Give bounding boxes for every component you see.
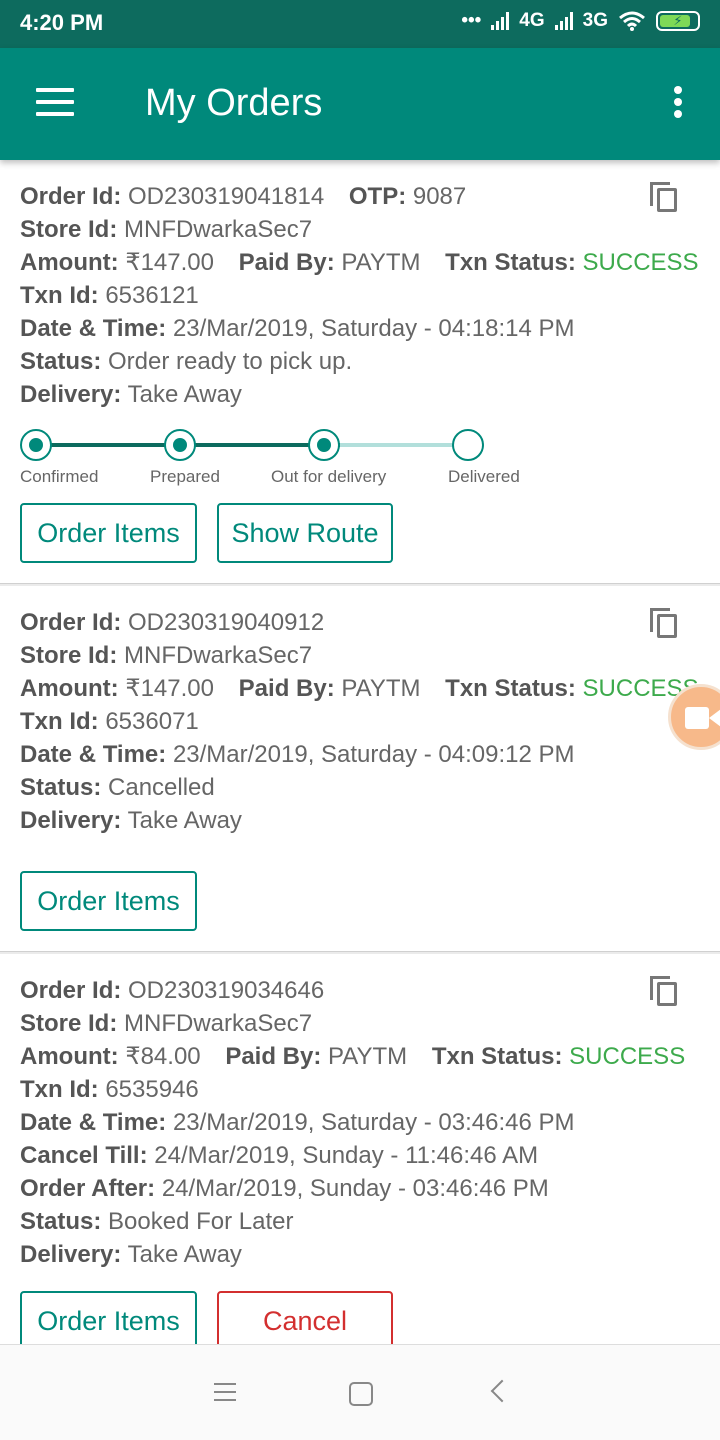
txn-id: 6535946 [105,1076,199,1103]
delivery: Take Away [127,1241,242,1268]
step-label-out-for-delivery: Out for delivery [271,467,387,486]
delivery-row: Delivery: Take Away [20,1241,242,1268]
date-time: 23/Mar/2019, Saturday - 04:09:12 PM [172,741,575,768]
battery-icon: ⚡ [656,11,700,31]
order-actions: Order Items Cancel [20,1291,700,1344]
store-id: MNFDwarkaSec7 [124,216,313,243]
amount: ₹147.00 [125,675,214,702]
payment-row: Amount: ₹84.00 Paid By: PAYTM Txn Status… [20,1043,686,1070]
cancel-till-row: Cancel Till: 24/Mar/2019, Sunday - 11:46… [20,1142,539,1169]
otp: 9087 [412,183,467,210]
paid-by: PAYTM [341,249,421,276]
txn-status: SUCCESS [569,1043,686,1070]
copy-icon[interactable] [650,976,678,1006]
date-time: 23/Mar/2019, Saturday - 04:18:14 PM [172,315,575,342]
orders-list[interactable]: Order Id: OD230319041814 OTP: 9087 Store… [0,160,720,1344]
delivery-row: Delivery: Take Away [20,807,242,834]
step-label-prepared: Prepared [150,467,220,486]
date-time-row: Date & Time: 23/Mar/2019, Saturday - 03:… [20,1109,575,1136]
order-actions: Order Items [20,871,700,931]
delivery: Take Away [127,807,242,834]
order-after-row: Order After: 24/Mar/2019, Sunday - 03:46… [20,1175,549,1202]
status-time: 4:20 PM [20,10,104,35]
delivery: Take Away [127,381,242,408]
copy-icon[interactable] [650,608,678,638]
store-id-row: Store Id: MNFDwarkaSec7 [20,1010,313,1037]
status-bar: 4:20 PM ••• 4G 3G ⚡ [0,0,720,48]
status: Order ready to pick up. [108,348,353,375]
order-card: Order Id: OD230319034646 Store Id: MNFDw… [0,954,720,1344]
cancel-order-button[interactable]: Cancel [217,1291,393,1344]
copy-icon[interactable] [650,182,678,212]
order-card: Order Id: OD230319040912 Store Id: MNFDw… [0,586,720,952]
dots-icon: ••• [461,10,482,31]
order-items-button[interactable]: Order Items [20,503,197,563]
order-after: 24/Mar/2019, Sunday - 03:46:46 PM [161,1175,549,1202]
order-id: OD230319041814 [128,183,325,210]
order-progress-stepper: Confirmed Prepared Out for delivery Deli… [20,427,700,489]
txn-id: 6536071 [105,708,199,735]
status: Booked For Later [108,1208,294,1235]
system-nav-bar [0,1344,720,1440]
txn-id-row: Txn Id: 6535946 [20,1076,199,1103]
overflow-icon[interactable] [672,86,684,122]
step-dot-confirmed [20,429,52,461]
status-row: Status: Order ready to pick up. [20,348,353,375]
store-id: MNFDwarkaSec7 [124,1010,313,1037]
network-type-2: 3G [582,10,608,31]
status-icons: ••• 4G 3G ⚡ [461,10,700,32]
step-label-confirmed: Confirmed [20,467,99,486]
step-dot-prepared [164,429,196,461]
store-id-row: Store Id: MNFDwarkaSec7 [20,216,313,243]
payment-row: Amount: ₹147.00 Paid By: PAYTM Txn Statu… [20,675,699,702]
date-time-row: Date & Time: 23/Mar/2019, Saturday - 04:… [20,741,575,768]
store-id-row: Store Id: MNFDwarkaSec7 [20,642,313,669]
order-id-row: Order Id: OD230319034646 [20,977,325,1004]
delivery-row: Delivery: Take Away [20,381,242,408]
nav-back-icon[interactable] [490,1379,514,1403]
status-row: Status: Cancelled [20,774,215,801]
payment-row: Amount: ₹147.00 Paid By: PAYTM Txn Statu… [20,249,699,276]
order-id-row: Order Id: OD230319040912 [20,609,325,636]
page-title: My Orders [145,82,323,124]
order-card: Order Id: OD230319041814 OTP: 9087 Store… [0,160,720,584]
step-label-delivered: Delivered [448,467,520,486]
amount: ₹147.00 [125,249,214,276]
paid-by: PAYTM [341,675,421,702]
nav-menu-icon[interactable] [214,1383,236,1407]
order-id-row: Order Id: OD230319041814 OTP: 9087 [20,183,467,210]
menu-icon[interactable] [36,88,76,118]
signal-icon [554,12,573,30]
network-type-1: 4G [519,10,545,31]
show-route-button[interactable]: Show Route [217,503,393,563]
txn-id-row: Txn Id: 6536121 [20,282,199,309]
wifi-icon [619,11,645,31]
order-actions: Order Items Show Route [20,503,700,563]
txn-status: SUCCESS [582,249,699,276]
app-bar: My Orders [0,48,720,160]
step-dot-delivered [452,429,484,461]
txn-id: 6536121 [105,282,199,309]
step-dot-out-for-delivery [308,429,340,461]
cancel-till: 24/Mar/2019, Sunday - 11:46:46 AM [154,1142,539,1169]
amount: ₹84.00 [125,1043,201,1070]
signal-icon [491,12,510,30]
paid-by: PAYTM [328,1043,408,1070]
status-row: Status: Booked For Later [20,1208,294,1235]
date-time: 23/Mar/2019, Saturday - 03:46:46 PM [172,1109,575,1136]
status: Cancelled [108,774,215,801]
store-id: MNFDwarkaSec7 [124,642,313,669]
order-items-button[interactable]: Order Items [20,871,197,931]
order-id: OD230319040912 [128,609,325,636]
txn-id-row: Txn Id: 6536071 [20,708,199,735]
order-items-button[interactable]: Order Items [20,1291,197,1344]
nav-home-icon[interactable] [349,1382,373,1406]
date-time-row: Date & Time: 23/Mar/2019, Saturday - 04:… [20,315,575,342]
order-id: OD230319034646 [128,977,325,1004]
